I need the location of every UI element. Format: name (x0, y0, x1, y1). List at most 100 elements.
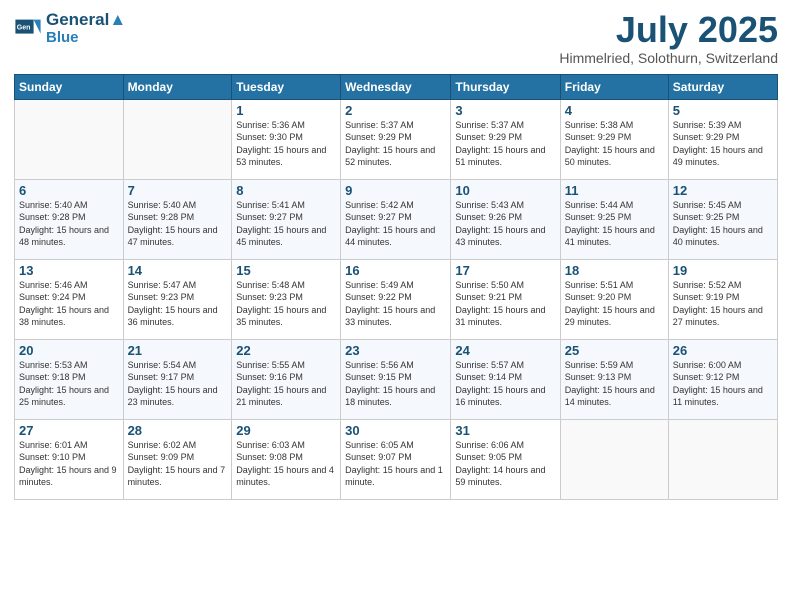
day-number: 23 (345, 343, 446, 358)
day-info: Sunrise: 5:45 AMSunset: 9:25 PMDaylight:… (673, 199, 773, 249)
month-title: July 2025 (559, 10, 778, 50)
calendar-week-row: 20Sunrise: 5:53 AMSunset: 9:18 PMDayligh… (15, 339, 778, 419)
day-header-tuesday: Tuesday (232, 74, 341, 99)
day-number: 17 (455, 263, 555, 278)
calendar-cell: 31Sunrise: 6:06 AMSunset: 9:05 PMDayligh… (451, 419, 560, 499)
calendar-week-row: 1Sunrise: 5:36 AMSunset: 9:30 PMDaylight… (15, 99, 778, 179)
calendar-cell: 27Sunrise: 6:01 AMSunset: 9:10 PMDayligh… (15, 419, 124, 499)
day-header-wednesday: Wednesday (341, 74, 451, 99)
calendar-cell: 13Sunrise: 5:46 AMSunset: 9:24 PMDayligh… (15, 259, 124, 339)
calendar-week-row: 27Sunrise: 6:01 AMSunset: 9:10 PMDayligh… (15, 419, 778, 499)
day-number: 20 (19, 343, 119, 358)
day-number: 25 (565, 343, 664, 358)
logo-text: General▲ (46, 10, 126, 30)
day-number: 9 (345, 183, 446, 198)
day-info: Sunrise: 5:51 AMSunset: 9:20 PMDaylight:… (565, 279, 664, 329)
day-number: 5 (673, 103, 773, 118)
calendar-cell: 1Sunrise: 5:36 AMSunset: 9:30 PMDaylight… (232, 99, 341, 179)
day-number: 4 (565, 103, 664, 118)
calendar-cell: 15Sunrise: 5:48 AMSunset: 9:23 PMDayligh… (232, 259, 341, 339)
calendar-cell: 28Sunrise: 6:02 AMSunset: 9:09 PMDayligh… (123, 419, 232, 499)
calendar-cell: 12Sunrise: 5:45 AMSunset: 9:25 PMDayligh… (668, 179, 777, 259)
calendar-cell: 22Sunrise: 5:55 AMSunset: 9:16 PMDayligh… (232, 339, 341, 419)
calendar-cell: 6Sunrise: 5:40 AMSunset: 9:28 PMDaylight… (15, 179, 124, 259)
calendar-cell: 16Sunrise: 5:49 AMSunset: 9:22 PMDayligh… (341, 259, 451, 339)
day-number: 19 (673, 263, 773, 278)
day-info: Sunrise: 5:40 AMSunset: 9:28 PMDaylight:… (128, 199, 228, 249)
header: Gen General▲ Blue July 2025 Himmelried, … (14, 10, 778, 66)
calendar-cell: 10Sunrise: 5:43 AMSunset: 9:26 PMDayligh… (451, 179, 560, 259)
day-number: 31 (455, 423, 555, 438)
page: Gen General▲ Blue July 2025 Himmelried, … (0, 0, 792, 612)
calendar: SundayMondayTuesdayWednesdayThursdayFrid… (14, 74, 778, 500)
day-number: 7 (128, 183, 228, 198)
calendar-cell: 5Sunrise: 5:39 AMSunset: 9:29 PMDaylight… (668, 99, 777, 179)
title-block: July 2025 Himmelried, Solothurn, Switzer… (559, 10, 778, 66)
day-header-sunday: Sunday (15, 74, 124, 99)
logo-subtext: Blue (46, 30, 126, 45)
day-number: 6 (19, 183, 119, 198)
calendar-cell (560, 419, 668, 499)
calendar-cell: 4Sunrise: 5:38 AMSunset: 9:29 PMDaylight… (560, 99, 668, 179)
day-info: Sunrise: 5:55 AMSunset: 9:16 PMDaylight:… (236, 359, 336, 409)
day-info: Sunrise: 6:03 AMSunset: 9:08 PMDaylight:… (236, 439, 336, 489)
calendar-cell: 20Sunrise: 5:53 AMSunset: 9:18 PMDayligh… (15, 339, 124, 419)
calendar-cell: 21Sunrise: 5:54 AMSunset: 9:17 PMDayligh… (123, 339, 232, 419)
calendar-cell: 14Sunrise: 5:47 AMSunset: 9:23 PMDayligh… (123, 259, 232, 339)
day-number: 16 (345, 263, 446, 278)
calendar-week-row: 6Sunrise: 5:40 AMSunset: 9:28 PMDaylight… (15, 179, 778, 259)
calendar-cell: 26Sunrise: 6:00 AMSunset: 9:12 PMDayligh… (668, 339, 777, 419)
day-info: Sunrise: 5:49 AMSunset: 9:22 PMDaylight:… (345, 279, 446, 329)
calendar-cell: 23Sunrise: 5:56 AMSunset: 9:15 PMDayligh… (341, 339, 451, 419)
day-info: Sunrise: 6:01 AMSunset: 9:10 PMDaylight:… (19, 439, 119, 489)
day-info: Sunrise: 5:38 AMSunset: 9:29 PMDaylight:… (565, 119, 664, 169)
calendar-cell (15, 99, 124, 179)
calendar-cell: 11Sunrise: 5:44 AMSunset: 9:25 PMDayligh… (560, 179, 668, 259)
calendar-cell: 29Sunrise: 6:03 AMSunset: 9:08 PMDayligh… (232, 419, 341, 499)
day-info: Sunrise: 5:46 AMSunset: 9:24 PMDaylight:… (19, 279, 119, 329)
calendar-cell: 3Sunrise: 5:37 AMSunset: 9:29 PMDaylight… (451, 99, 560, 179)
calendar-cell: 17Sunrise: 5:50 AMSunset: 9:21 PMDayligh… (451, 259, 560, 339)
day-number: 15 (236, 263, 336, 278)
day-info: Sunrise: 6:00 AMSunset: 9:12 PMDaylight:… (673, 359, 773, 409)
day-header-monday: Monday (123, 74, 232, 99)
calendar-cell (123, 99, 232, 179)
day-number: 29 (236, 423, 336, 438)
day-info: Sunrise: 6:06 AMSunset: 9:05 PMDaylight:… (455, 439, 555, 489)
day-header-thursday: Thursday (451, 74, 560, 99)
calendar-cell: 19Sunrise: 5:52 AMSunset: 9:19 PMDayligh… (668, 259, 777, 339)
logo-icon: Gen (14, 14, 42, 42)
day-number: 18 (565, 263, 664, 278)
day-info: Sunrise: 5:56 AMSunset: 9:15 PMDaylight:… (345, 359, 446, 409)
svg-text:Gen: Gen (17, 24, 31, 31)
day-number: 30 (345, 423, 446, 438)
calendar-week-row: 13Sunrise: 5:46 AMSunset: 9:24 PMDayligh… (15, 259, 778, 339)
day-info: Sunrise: 5:37 AMSunset: 9:29 PMDaylight:… (345, 119, 446, 169)
day-number: 1 (236, 103, 336, 118)
day-info: Sunrise: 6:02 AMSunset: 9:09 PMDaylight:… (128, 439, 228, 489)
day-number: 13 (19, 263, 119, 278)
day-number: 14 (128, 263, 228, 278)
day-number: 22 (236, 343, 336, 358)
day-number: 2 (345, 103, 446, 118)
day-info: Sunrise: 5:52 AMSunset: 9:19 PMDaylight:… (673, 279, 773, 329)
day-info: Sunrise: 5:43 AMSunset: 9:26 PMDaylight:… (455, 199, 555, 249)
day-info: Sunrise: 5:54 AMSunset: 9:17 PMDaylight:… (128, 359, 228, 409)
day-info: Sunrise: 5:40 AMSunset: 9:28 PMDaylight:… (19, 199, 119, 249)
day-info: Sunrise: 5:36 AMSunset: 9:30 PMDaylight:… (236, 119, 336, 169)
day-number: 11 (565, 183, 664, 198)
day-number: 26 (673, 343, 773, 358)
day-header-saturday: Saturday (668, 74, 777, 99)
calendar-cell: 2Sunrise: 5:37 AMSunset: 9:29 PMDaylight… (341, 99, 451, 179)
day-info: Sunrise: 5:57 AMSunset: 9:14 PMDaylight:… (455, 359, 555, 409)
calendar-cell: 18Sunrise: 5:51 AMSunset: 9:20 PMDayligh… (560, 259, 668, 339)
calendar-cell: 30Sunrise: 6:05 AMSunset: 9:07 PMDayligh… (341, 419, 451, 499)
day-info: Sunrise: 5:48 AMSunset: 9:23 PMDaylight:… (236, 279, 336, 329)
day-number: 8 (236, 183, 336, 198)
day-info: Sunrise: 5:47 AMSunset: 9:23 PMDaylight:… (128, 279, 228, 329)
day-header-friday: Friday (560, 74, 668, 99)
calendar-cell: 24Sunrise: 5:57 AMSunset: 9:14 PMDayligh… (451, 339, 560, 419)
day-info: Sunrise: 5:41 AMSunset: 9:27 PMDaylight:… (236, 199, 336, 249)
day-number: 28 (128, 423, 228, 438)
day-info: Sunrise: 5:39 AMSunset: 9:29 PMDaylight:… (673, 119, 773, 169)
